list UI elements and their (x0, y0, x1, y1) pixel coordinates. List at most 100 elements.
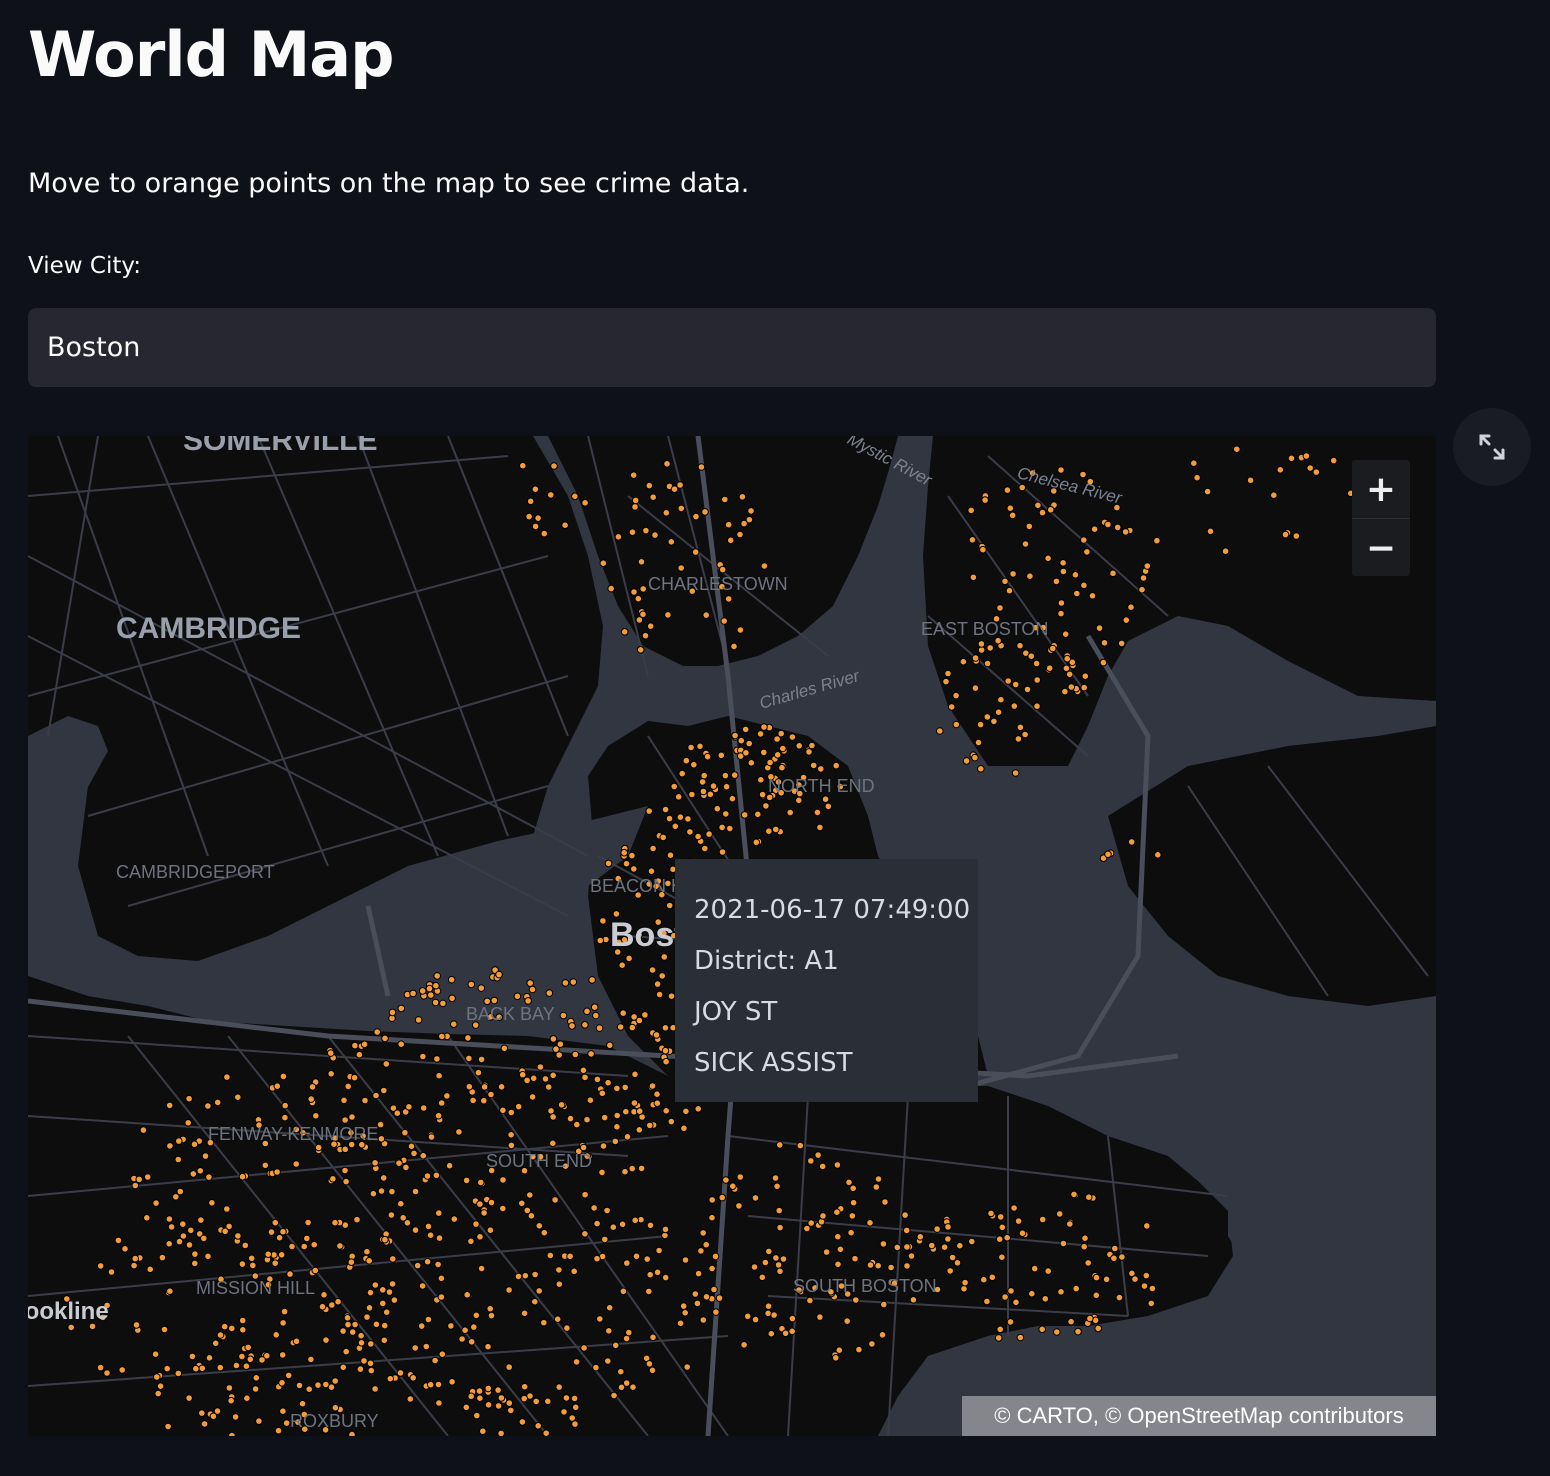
crime-point[interactable] (942, 677, 950, 686)
crime-point[interactable] (447, 975, 456, 984)
crime-point[interactable] (847, 1228, 855, 1237)
crime-point[interactable] (189, 1170, 198, 1178)
crime-point[interactable] (620, 628, 629, 636)
crime-point[interactable] (1026, 572, 1034, 580)
crime-point[interactable] (234, 1093, 242, 1102)
crime-point[interactable] (103, 1369, 111, 1377)
crime-point[interactable] (204, 1102, 212, 1110)
crime-point[interactable] (371, 1385, 379, 1393)
crime-point[interactable] (724, 595, 733, 603)
crime-point[interactable] (614, 533, 623, 541)
crime-point[interactable] (588, 976, 596, 984)
crime-point[interactable] (1021, 540, 1030, 548)
crime-point[interactable] (204, 1252, 212, 1261)
crime-point[interactable] (355, 1050, 364, 1059)
crime-point[interactable] (477, 1264, 486, 1273)
crime-point[interactable] (649, 1333, 657, 1342)
crime-point[interactable] (665, 814, 674, 823)
crime-point[interactable] (628, 528, 637, 536)
crime-point[interactable] (531, 1297, 539, 1306)
crime-point[interactable] (996, 1325, 1005, 1334)
crime-point[interactable] (692, 512, 700, 521)
crime-point[interactable] (152, 1199, 160, 1207)
crime-point[interactable] (477, 1055, 486, 1064)
crime-point[interactable] (646, 1270, 655, 1279)
crime-point[interactable] (849, 1198, 858, 1207)
crime-point[interactable] (534, 514, 542, 522)
crime-point[interactable] (595, 1024, 604, 1032)
crime-point[interactable] (775, 1206, 784, 1215)
crime-point[interactable] (131, 1181, 140, 1190)
crime-point[interactable] (190, 1140, 199, 1149)
crime-point[interactable] (580, 1344, 588, 1352)
crime-point[interactable] (118, 1366, 126, 1374)
crime-point[interactable] (808, 741, 816, 750)
crime-point[interactable] (427, 1133, 436, 1141)
crime-point[interactable] (1004, 677, 1013, 685)
crime-point[interactable] (998, 1253, 1006, 1262)
crime-point[interactable] (777, 729, 786, 738)
crime-point[interactable] (1014, 735, 1023, 743)
crime-point[interactable] (1032, 659, 1041, 668)
crime-point[interactable] (535, 1222, 544, 1230)
crime-point[interactable] (372, 1091, 380, 1100)
crime-point[interactable] (434, 1260, 442, 1269)
crime-point[interactable] (487, 1311, 496, 1320)
crime-point[interactable] (694, 1105, 703, 1113)
crime-point[interactable] (1007, 1287, 1015, 1295)
crime-point[interactable] (132, 1321, 141, 1329)
crime-point[interactable] (476, 1394, 484, 1403)
crime-point[interactable] (774, 1261, 783, 1269)
crime-point[interactable] (648, 966, 657, 974)
crime-point[interactable] (699, 787, 708, 796)
crime-point[interactable] (613, 1123, 621, 1131)
crime-point[interactable] (735, 1202, 743, 1210)
crime-point[interactable] (166, 1287, 174, 1296)
crime-point[interactable] (738, 493, 747, 501)
crime-point[interactable] (348, 1113, 356, 1121)
crime-point[interactable] (667, 1117, 676, 1126)
crime-point[interactable] (535, 1287, 544, 1295)
crime-point[interactable] (292, 1160, 301, 1168)
crime-point[interactable] (670, 485, 679, 494)
crime-point[interactable] (1190, 459, 1198, 468)
crime-point[interactable] (448, 1378, 456, 1386)
crime-point[interactable] (549, 1113, 557, 1121)
crime-point[interactable] (1012, 1298, 1020, 1307)
crime-point[interactable] (401, 1128, 409, 1137)
crime-point[interactable] (722, 1176, 730, 1184)
crime-point[interactable] (143, 1214, 151, 1222)
crime-point[interactable] (772, 825, 780, 834)
crime-point[interactable] (979, 545, 987, 554)
crime-point[interactable] (205, 1173, 213, 1181)
crime-point[interactable] (818, 1162, 827, 1171)
crime-point[interactable] (200, 1420, 209, 1428)
crime-point[interactable] (765, 827, 773, 836)
crime-point[interactable] (406, 1395, 415, 1403)
crime-point[interactable] (960, 1285, 968, 1293)
crime-point[interactable] (1052, 577, 1061, 586)
crime-point[interactable] (347, 1258, 356, 1267)
crime-point[interactable] (390, 1296, 399, 1304)
crime-point[interactable] (131, 1254, 139, 1263)
crime-point[interactable] (381, 1034, 389, 1043)
crime-point[interactable] (545, 989, 554, 997)
crime-point[interactable] (505, 1286, 513, 1294)
crime-point[interactable] (1084, 1259, 1092, 1267)
crime-point[interactable] (165, 1240, 173, 1248)
crime-point[interactable] (760, 748, 768, 757)
crime-point[interactable] (372, 1320, 381, 1329)
crime-point[interactable] (514, 1272, 523, 1281)
crime-point[interactable] (866, 1261, 875, 1269)
crime-point[interactable] (555, 1280, 564, 1289)
crime-point[interactable] (593, 1254, 601, 1263)
crime-point[interactable] (439, 999, 447, 1008)
crime-point[interactable] (1059, 1239, 1068, 1248)
crime-point[interactable] (697, 463, 706, 471)
crime-point[interactable] (592, 1011, 600, 1020)
crime-point[interactable] (762, 802, 770, 810)
crime-point[interactable] (328, 1301, 336, 1309)
crime-point[interactable] (1118, 1253, 1126, 1261)
crime-point[interactable] (968, 1237, 976, 1246)
crime-point[interactable] (1088, 592, 1097, 600)
